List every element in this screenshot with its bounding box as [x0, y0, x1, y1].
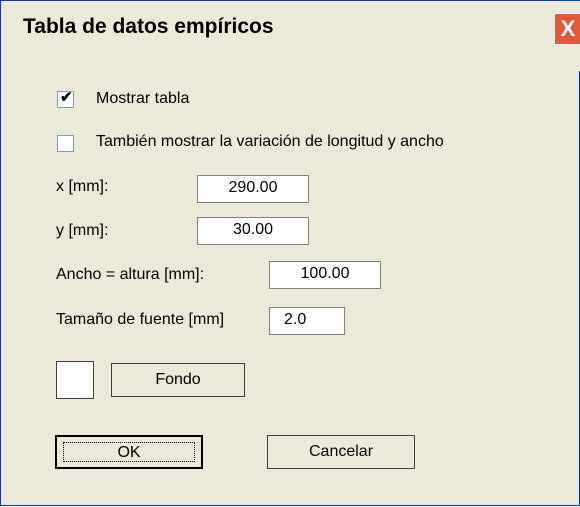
dialog-body: ✔ Mostrar tabla También mostrar la varia… [1, 71, 579, 507]
font-size-input[interactable]: 2.0 [269, 307, 345, 335]
width-height-label: Ancho = altura [mm]: [56, 266, 205, 283]
title-bar: Tabla de datos empíricos X [1, 1, 580, 71]
x-input[interactable]: 290.00 [197, 175, 309, 203]
width-height-input[interactable]: 100.00 [269, 261, 381, 289]
dialog-window: Tabla de datos empíricos X ✔ Mostrar tab… [0, 0, 580, 506]
background-color-swatch[interactable] [56, 361, 94, 399]
show-variation-label[interactable]: También mostrar la variación de longitud… [96, 133, 444, 151]
font-size-label: Tamaño de fuente [mm] [56, 311, 225, 328]
focus-ring [63, 442, 195, 462]
cancel-button[interactable]: Cancelar [267, 435, 415, 469]
show-table-checkbox[interactable]: ✔ [57, 89, 74, 108]
y-label: y [mm]: [56, 222, 109, 239]
background-button[interactable]: Fondo [111, 363, 245, 397]
close-button[interactable]: X [554, 13, 580, 45]
show-table-label[interactable]: Mostrar tabla [96, 90, 189, 108]
close-icon: X [560, 16, 576, 41]
x-label: x [mm]: [56, 178, 109, 195]
dialog-title: Tabla de datos empíricos [23, 15, 274, 38]
checkmark-icon: ✔ [60, 89, 73, 106]
ok-button[interactable]: OK [55, 435, 203, 469]
show-variation-checkbox[interactable] [57, 135, 74, 152]
y-input[interactable]: 30.00 [197, 217, 309, 245]
